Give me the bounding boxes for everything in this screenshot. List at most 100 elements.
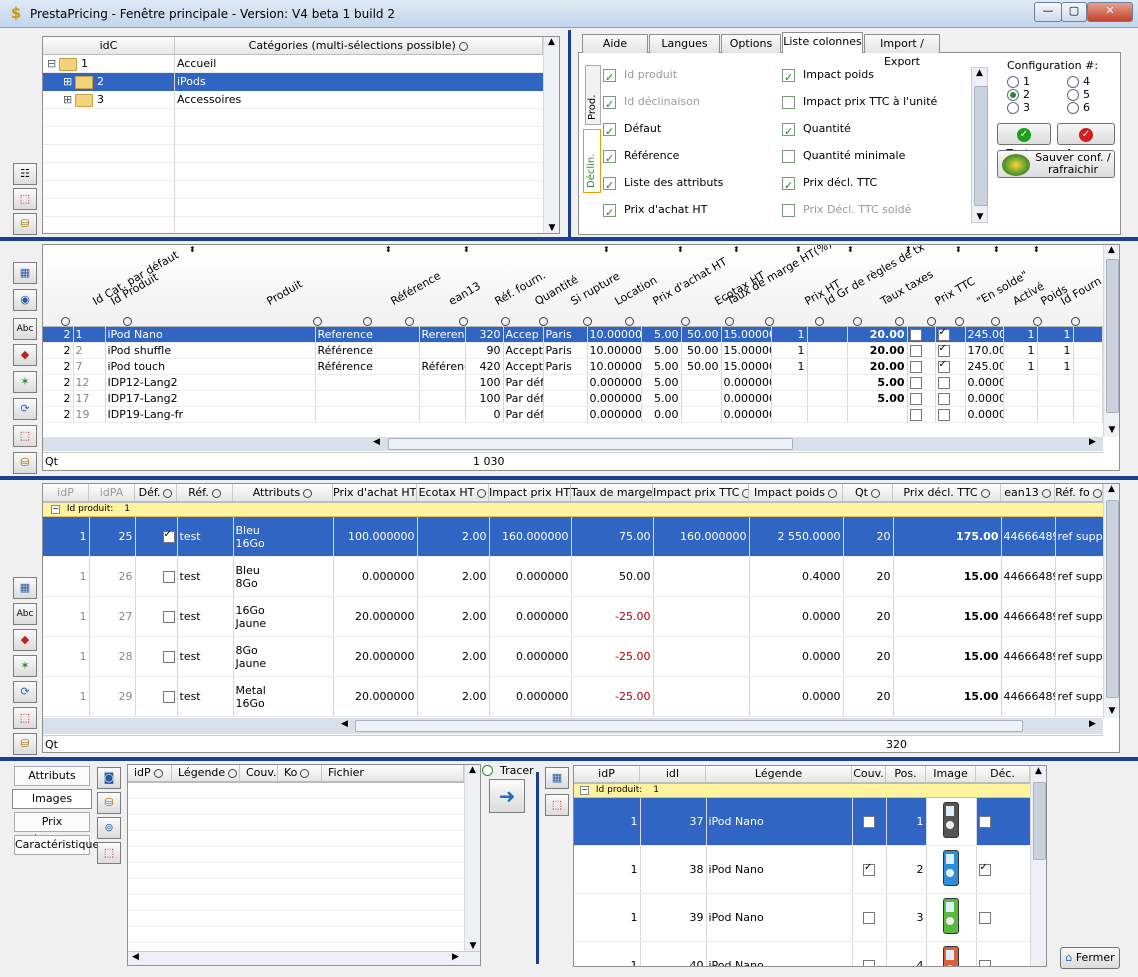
search-icon[interactable] bbox=[870, 488, 880, 498]
cell-couv[interactable] bbox=[852, 893, 887, 942]
cell-imp[interactable]: 0.000000 bbox=[489, 636, 572, 677]
cell-eco[interactable]: 5.00 bbox=[641, 358, 682, 375]
search-icon[interactable] bbox=[163, 488, 173, 498]
column-checkbox[interactable] bbox=[782, 149, 795, 163]
search-icon[interactable] bbox=[625, 317, 634, 326]
cell-poids[interactable]: 0.0000 bbox=[749, 676, 844, 717]
config-radio-4[interactable]: 4 bbox=[1067, 75, 1090, 88]
checkbox[interactable] bbox=[937, 377, 950, 389]
category-row[interactable]: ⊞ 2 iPods bbox=[43, 73, 543, 91]
cell-ttc[interactable]: 245.000 bbox=[965, 327, 1004, 343]
cell-id[interactable]: 19 bbox=[73, 406, 106, 423]
cell-marge[interactable]: 50.00 bbox=[681, 342, 722, 359]
search-icon[interactable] bbox=[313, 317, 322, 326]
sort-icon[interactable]: ⬍ bbox=[733, 245, 740, 254]
cell-idp[interactable]: 1 bbox=[43, 556, 90, 597]
cell-grp[interactable] bbox=[771, 406, 808, 423]
cell-cat[interactable]: 2 bbox=[43, 327, 74, 343]
sort-icon[interactable]: ⬍ bbox=[955, 245, 962, 254]
cell-name[interactable]: iPod Nano bbox=[105, 327, 316, 343]
cell-default[interactable] bbox=[135, 596, 178, 637]
cell-solde[interactable] bbox=[907, 374, 936, 391]
select-frame-icon[interactable]: ⬚ bbox=[97, 842, 121, 864]
search-icon[interactable] bbox=[459, 317, 468, 326]
cell-prix[interactable]: 15.00 bbox=[893, 636, 1002, 677]
cell-taux[interactable]: 20.00 bbox=[847, 327, 908, 343]
cell-poids[interactable]: 0.0000 bbox=[749, 596, 844, 637]
cell-buy[interactable]: 0.000000 bbox=[587, 406, 642, 423]
cell-act[interactable]: 1 bbox=[1003, 327, 1038, 343]
cell-default[interactable] bbox=[135, 517, 178, 557]
trace-arrow-icon[interactable]: ➜ bbox=[489, 779, 525, 813]
cell-act[interactable] bbox=[1003, 406, 1038, 423]
checkbox[interactable] bbox=[978, 960, 991, 966]
table-row[interactable]: 27iPod touchRéférenceRéférenc420AcceptPa… bbox=[43, 358, 1103, 375]
column-checkbox[interactable] bbox=[603, 95, 616, 115]
column-option[interactable]: Quantité minimale bbox=[782, 146, 905, 166]
group-row[interactable]: − Id produit: 1 bbox=[43, 503, 1103, 517]
declinaisons-hscroll[interactable]: ◀ ▶ bbox=[43, 718, 1103, 734]
cell-idp[interactable]: 1 bbox=[574, 941, 641, 966]
column-option[interactable]: Liste des attributs bbox=[603, 173, 723, 196]
sort-icon[interactable]: ⬍ bbox=[905, 245, 912, 254]
col-header-declinaison[interactable]: Ecotax HT bbox=[417, 484, 489, 502]
cell-ttc-check[interactable] bbox=[935, 358, 966, 375]
close-window-button[interactable]: ✕ bbox=[1087, 2, 1133, 22]
cell-eco[interactable]: 5.00 bbox=[641, 374, 682, 391]
save-config-button[interactable]: Sauver conf. / rafraichir bbox=[997, 150, 1115, 178]
cell-eco[interactable]: 5.00 bbox=[641, 327, 682, 343]
scroll-left-icon[interactable]: ◀ bbox=[341, 719, 348, 729]
checkbox[interactable] bbox=[909, 377, 922, 389]
cell-ean[interactable] bbox=[419, 406, 466, 423]
cell-ttc[interactable] bbox=[653, 636, 750, 677]
cell-buy[interactable]: 0.000000 bbox=[333, 556, 418, 597]
cell-default[interactable] bbox=[135, 636, 178, 677]
col-header-product[interactable]: ean13 bbox=[447, 279, 483, 308]
cell-ean[interactable] bbox=[419, 374, 466, 391]
cell-ean[interactable]: 44666489 bbox=[1001, 636, 1056, 677]
cell-idp[interactable]: 1 bbox=[574, 798, 641, 846]
hscroll-thumb[interactable] bbox=[388, 438, 793, 450]
cell-empty[interactable] bbox=[807, 327, 848, 343]
bottom-tab-caract-ristiques[interactable]: Caractéristiques bbox=[14, 835, 105, 855]
search-icon[interactable] bbox=[991, 317, 1000, 326]
cell-qty[interactable]: 0 bbox=[465, 406, 504, 423]
cell-empty[interactable] bbox=[1073, 358, 1103, 375]
search-icon[interactable] bbox=[1041, 488, 1051, 498]
cell-prix[interactable]: 15.00 bbox=[893, 676, 1002, 717]
cell-id[interactable]: 12 bbox=[73, 374, 106, 391]
cell-poids[interactable]: 0.4000 bbox=[749, 556, 844, 597]
cell-pos[interactable]: 2 bbox=[886, 845, 927, 894]
radio-circle[interactable] bbox=[1007, 76, 1019, 88]
files-hscroll[interactable]: ◀ ▶ bbox=[128, 951, 480, 965]
cell-ttc[interactable] bbox=[653, 596, 750, 637]
cell-idp[interactable]: 1 bbox=[43, 596, 90, 637]
cell-empty[interactable] bbox=[807, 374, 848, 391]
cell-dec[interactable] bbox=[976, 845, 1030, 894]
cell-taux[interactable]: 20.00 bbox=[847, 342, 908, 359]
scroll-right-icon[interactable]: ▶ bbox=[452, 952, 459, 962]
cell-ht[interactable]: 15.00000 bbox=[721, 358, 772, 375]
column-checkbox[interactable] bbox=[782, 176, 795, 196]
checkbox[interactable] bbox=[937, 343, 950, 357]
cell-id[interactable]: 7 bbox=[73, 358, 106, 375]
cell-imp[interactable]: 0.000000 bbox=[489, 676, 572, 717]
cell-act[interactable]: 1 bbox=[1003, 342, 1038, 359]
search-icon[interactable] bbox=[725, 317, 734, 326]
cell-ref[interactable]: Référence bbox=[315, 358, 420, 375]
scroll-down-icon[interactable]: ▼ bbox=[1104, 706, 1120, 716]
cell-id[interactable]: 17 bbox=[73, 390, 106, 407]
cell-rf[interactable]: ref supp bbox=[1055, 676, 1103, 717]
scroll-thumb[interactable] bbox=[1106, 259, 1119, 413]
cell-solde[interactable] bbox=[907, 406, 936, 423]
checkbox[interactable] bbox=[863, 816, 875, 828]
search-icon[interactable] bbox=[405, 317, 414, 326]
col-header-declinaison[interactable]: Impact prix HT bbox=[489, 484, 571, 502]
col-header-declinaison[interactable]: Déf. bbox=[135, 484, 177, 502]
table-row[interactable]: 2 2 iPod shuffle Référence 90 Accept Paris 10.0… bbox=[43, 342, 1103, 359]
tree-expand-icon[interactable]: ☷ bbox=[13, 163, 37, 185]
cell-taux[interactable]: 20.00 bbox=[847, 358, 908, 375]
cell-image[interactable] bbox=[926, 941, 977, 966]
cell-rupt[interactable]: Accept bbox=[503, 358, 544, 375]
text-abc-icon[interactable]: Abc bbox=[13, 318, 37, 340]
